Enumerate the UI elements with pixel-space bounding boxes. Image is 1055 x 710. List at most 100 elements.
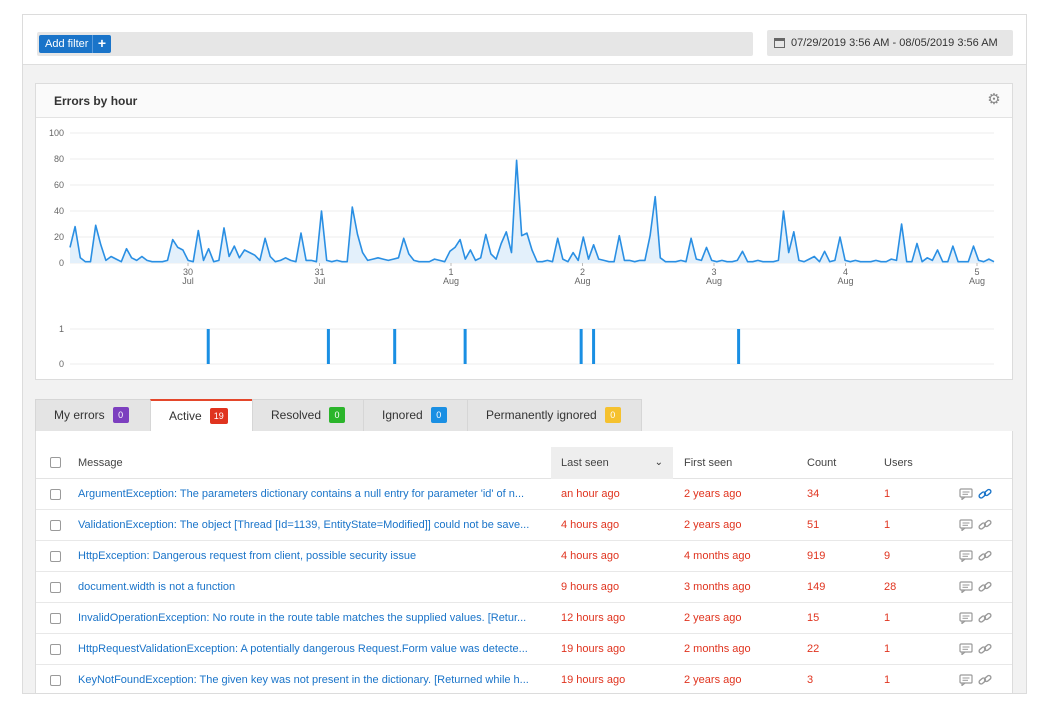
- chart-header: Errors by hour ⚙: [36, 84, 1012, 118]
- link-icon[interactable]: [978, 674, 992, 686]
- link-icon[interactable]: [978, 488, 992, 500]
- tab-count-badge: 0: [430, 406, 447, 423]
- errors-table: Message Last seen ⌄ First seen Count Use…: [35, 431, 1013, 693]
- tab-label: Resolved: [271, 408, 322, 422]
- tab-active[interactable]: Active 19: [150, 399, 253, 432]
- tab-ignored[interactable]: Ignored 0: [363, 399, 468, 431]
- row-checkbox[interactable]: [50, 551, 61, 562]
- timeline-bar: [206, 329, 210, 364]
- x-tick-month: Aug: [574, 276, 590, 286]
- timeline-bar: [326, 329, 330, 364]
- errors-chart-panel: Errors by hour ⚙ 0 20 40 60 80 100 30 Jul 31 Jul 1…: [35, 83, 1013, 380]
- tab-count-badge: 0: [604, 406, 621, 423]
- tab-label: Ignored: [382, 408, 423, 422]
- table-row[interactable]: HttpRequestValidationException: A potent…: [36, 634, 1012, 665]
- timeline-y-tick-label: 1: [59, 324, 64, 334]
- plus-icon: +: [92, 35, 111, 53]
- header-message[interactable]: Message: [78, 447, 123, 479]
- link-icon[interactable]: [978, 643, 992, 655]
- users-value: 1: [884, 674, 891, 686]
- error-message-link[interactable]: HttpRequestValidationException: A potent…: [78, 634, 548, 665]
- last-seen-value: an hour ago: [561, 488, 620, 500]
- link-icon[interactable]: [978, 519, 992, 531]
- select-all-checkbox[interactable]: [50, 457, 61, 468]
- first-seen-value: 2 years ago: [684, 519, 742, 531]
- timeline-bar: [592, 329, 596, 364]
- count-value: 919: [807, 550, 826, 562]
- comment-icon[interactable]: [959, 488, 973, 500]
- gear-icon[interactable]: ⚙: [986, 92, 1002, 108]
- table-header: Message Last seen ⌄ First seen Count Use…: [36, 447, 1012, 479]
- link-icon[interactable]: [978, 550, 992, 562]
- row-checkbox[interactable]: [50, 582, 61, 593]
- count-value: 3: [807, 674, 814, 686]
- tab-my-errors[interactable]: My errors 0: [35, 399, 151, 431]
- count-value: 15: [807, 612, 820, 624]
- table-row[interactable]: KeyNotFoundException: The given key was …: [36, 665, 1012, 693]
- error-message-link[interactable]: KeyNotFoundException: The given key was …: [78, 665, 548, 693]
- header-last-seen[interactable]: Last seen ⌄: [551, 447, 673, 479]
- comment-icon[interactable]: [959, 550, 973, 562]
- table-row[interactable]: document.width is not a function 9 hours …: [36, 572, 1012, 603]
- row-checkbox[interactable]: [50, 520, 61, 531]
- add-filter-button[interactable]: Add filter +: [39, 35, 111, 53]
- tab-label: Active: [169, 409, 202, 423]
- table-row[interactable]: InvalidOperationException: No route in t…: [36, 603, 1012, 634]
- timeline-bar: [463, 329, 467, 364]
- header-users[interactable]: Users: [884, 447, 913, 479]
- first-seen-value: 2 years ago: [684, 488, 742, 500]
- row-checkbox[interactable]: [50, 644, 61, 655]
- link-icon[interactable]: [978, 612, 992, 624]
- x-tick-month: Aug: [706, 276, 722, 286]
- y-tick-label: 20: [54, 232, 64, 242]
- header-first-seen[interactable]: First seen: [684, 447, 732, 479]
- last-seen-value: 4 hours ago: [561, 550, 620, 562]
- error-message-link[interactable]: document.width is not a function: [78, 572, 548, 603]
- y-tick-label: 80: [54, 154, 64, 164]
- count-value: 22: [807, 643, 820, 655]
- comment-icon[interactable]: [959, 643, 973, 655]
- timeline-bar: [393, 329, 397, 364]
- comment-icon[interactable]: [959, 581, 973, 593]
- row-checkbox[interactable]: [50, 613, 61, 624]
- users-value: 9: [884, 550, 891, 562]
- calendar-icon: [774, 38, 785, 48]
- link-icon[interactable]: [978, 581, 992, 593]
- y-tick-label: 0: [59, 258, 64, 268]
- users-value: 1: [884, 519, 891, 531]
- chart-title: Errors by hour: [54, 94, 138, 108]
- header-count[interactable]: Count: [807, 447, 836, 479]
- x-tick-month: Aug: [837, 276, 853, 286]
- tab-resolved[interactable]: Resolved 0: [252, 399, 364, 431]
- tab-permanently-ignored[interactable]: Permanently ignored 0: [467, 399, 642, 431]
- table-row[interactable]: ValidationException: The object [Thread …: [36, 510, 1012, 541]
- filter-bar[interactable]: Add filter +: [37, 32, 753, 56]
- tab-count-badge: 0: [329, 406, 346, 423]
- row-checkbox[interactable]: [50, 489, 61, 500]
- tab-label: My errors: [54, 408, 105, 422]
- x-tick-month: Aug: [969, 276, 985, 286]
- table-row[interactable]: HttpException: Dangerous request from cl…: [36, 541, 1012, 572]
- table-row[interactable]: ArgumentException: The parameters dictio…: [36, 479, 1012, 510]
- row-checkbox[interactable]: [50, 675, 61, 686]
- app-frame: Add filter + 07/29/2019 3:56 AM - 08/05/…: [22, 14, 1027, 694]
- comment-icon[interactable]: [959, 519, 973, 531]
- date-range-picker[interactable]: 07/29/2019 3:56 AM - 08/05/2019 3:56 AM: [767, 30, 1013, 56]
- y-tick-label: 60: [54, 180, 64, 190]
- toolbar: Add filter + 07/29/2019 3:56 AM - 08/05/…: [23, 15, 1026, 65]
- users-value: 1: [884, 643, 891, 655]
- users-value: 1: [884, 612, 891, 624]
- error-message-link[interactable]: ValidationException: The object [Thread …: [78, 510, 548, 541]
- error-message-link[interactable]: InvalidOperationException: No route in t…: [78, 603, 548, 634]
- errors-chart: 02040608010030Jul31Jul1Aug2Aug3Aug4Aug5A…: [49, 128, 995, 369]
- x-tick-month: Jul: [314, 276, 326, 286]
- comment-icon[interactable]: [959, 674, 973, 686]
- error-message-link[interactable]: ArgumentException: The parameters dictio…: [78, 479, 548, 510]
- tab-count-badge: 19: [209, 407, 228, 424]
- date-range-text: 07/29/2019 3:56 AM - 08/05/2019 3:56 AM: [791, 37, 998, 49]
- first-seen-value: 2 months ago: [684, 643, 751, 655]
- error-message-link[interactable]: HttpException: Dangerous request from cl…: [78, 541, 548, 572]
- comment-icon[interactable]: [959, 612, 973, 624]
- first-seen-value: 4 months ago: [684, 550, 751, 562]
- count-value: 34: [807, 488, 820, 500]
